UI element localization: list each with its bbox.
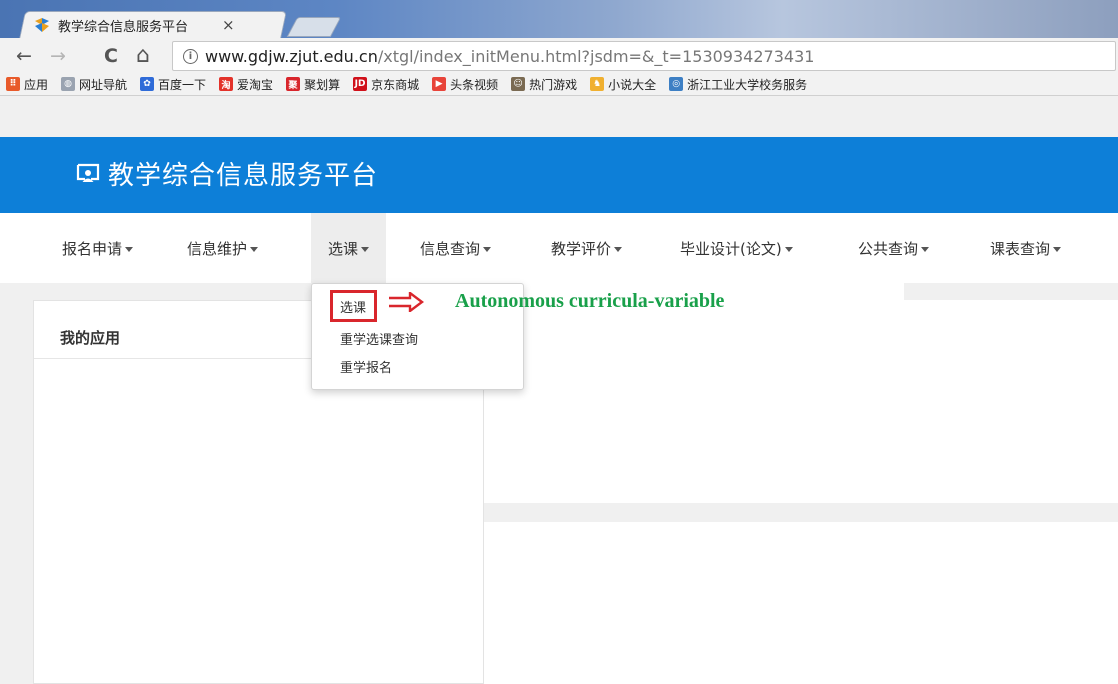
site-title: 教学综合信息服务平台 xyxy=(108,161,379,191)
address-bar[interactable]: i www.gdjw.zjut.edu.cn/xtgl/index_initMe… xyxy=(172,41,1116,71)
back-arrow-icon[interactable]: ← xyxy=(16,42,32,70)
dropdown-item-retake-registration[interactable]: 重学报名 xyxy=(340,357,392,376)
caret-down-icon xyxy=(483,247,492,252)
menu-graduation-design-label: 毕业设计(论文) xyxy=(680,240,782,258)
globe-icon: ◍ xyxy=(61,77,76,91)
bookmark-item[interactable]: ◍ 网址导航 xyxy=(61,76,127,93)
bookmark-item[interactable]: 聚聚划算 xyxy=(286,76,340,93)
platform-logo-icon xyxy=(76,163,100,182)
bookmark-label: 小说大全 xyxy=(608,77,657,92)
menu-teaching-evaluation[interactable]: 教学评价 xyxy=(551,213,623,283)
bookmark-item[interactable]: ⠿ 应用 xyxy=(6,76,48,93)
bookmark-label: 聚划算 xyxy=(304,77,341,92)
juhuasuan-icon: 聚 xyxy=(286,77,301,91)
highlight-box xyxy=(330,290,377,322)
reload-icon[interactable]: C xyxy=(104,42,118,70)
bookmark-item[interactable]: ▶ 头条视频 xyxy=(432,76,498,93)
menu-public-query[interactable]: 公共查询 xyxy=(858,213,930,283)
content-panel-bottom xyxy=(484,522,1118,684)
menu-info-maintenance-label: 信息维护 xyxy=(187,240,248,258)
bookmark-label: 网址导航 xyxy=(79,77,128,92)
menu-graduation-design[interactable]: 毕业设计(论文) xyxy=(680,213,793,283)
menu-public-query-label: 公共查询 xyxy=(858,240,919,258)
caret-down-icon xyxy=(784,247,793,252)
bookmark-item[interactable]: JD 京东商城 xyxy=(353,76,419,93)
caret-down-icon xyxy=(361,247,370,252)
bookmark-label: 爱淘宝 xyxy=(237,77,274,92)
browser-tab-strip: 教学综合信息服务平台 × xyxy=(0,0,1118,38)
menu-registration[interactable]: 报名申请 xyxy=(62,213,134,283)
tab-title: 教学综合信息服务平台 xyxy=(58,19,189,35)
bookmark-item[interactable]: 淘爱淘宝 xyxy=(219,76,273,93)
game-avatar-icon: ☺ xyxy=(511,77,526,91)
dropdown-item-retake-query[interactable]: 重学选课查询 xyxy=(340,329,418,348)
main-menu-bar: 报名申请 信息维护 选课 信息查询 教学评价 毕业设计(论文) 公共查询 课表查… xyxy=(0,213,1118,283)
content-panel-top xyxy=(484,300,1118,503)
tab-close-icon[interactable]: × xyxy=(222,16,235,34)
url-host: www.gdjw.zjut.edu.cn xyxy=(205,46,378,66)
menu-info-maintenance[interactable]: 信息维护 xyxy=(187,213,259,283)
menu-info-query[interactable]: 信息查询 xyxy=(420,213,492,283)
menu-teaching-evaluation-label: 教学评价 xyxy=(551,240,612,258)
menu-registration-label: 报名申请 xyxy=(62,240,123,258)
bookmark-label: 应用 xyxy=(24,77,49,92)
double-arrow-right-icon xyxy=(389,292,424,312)
baidu-paw-icon: ✿ xyxy=(140,77,155,91)
my-apps-title: 我的应用 xyxy=(60,329,121,347)
browser-tab-content[interactable]: 教学综合信息服务平台 × xyxy=(34,11,274,38)
caret-down-icon xyxy=(1053,247,1062,252)
apps-grid-icon: ⠿ xyxy=(6,77,20,91)
bookmark-label: 头条视频 xyxy=(450,77,499,92)
url-path: /xtgl/index_initMenu.html?jsdm=&_t=15309… xyxy=(377,46,815,66)
menu-timetable-query-label: 课表查询 xyxy=(990,240,1051,258)
home-icon[interactable]: ⌂ xyxy=(136,42,150,70)
browser-toolbar: ← → C ⌂ i www.gdjw.zjut.edu.cn/xtgl/inde… xyxy=(0,38,1118,96)
new-tab-button[interactable] xyxy=(286,17,342,37)
bookmark-item[interactable]: ◎ 浙江工业大学校务服务 xyxy=(669,76,807,93)
caret-down-icon xyxy=(250,247,259,252)
menu-info-query-label: 信息查询 xyxy=(420,240,481,258)
bookmark-item[interactable]: ✿ 百度一下 xyxy=(140,76,206,93)
caret-down-icon xyxy=(125,247,134,252)
jd-icon: JD xyxy=(353,77,368,91)
menu-timetable-query[interactable]: 课表查询 xyxy=(990,213,1062,283)
bookmark-label: 浙江工业大学校务服务 xyxy=(687,77,808,92)
menu-course-selection-label: 选课 xyxy=(328,240,359,258)
menu-course-selection[interactable]: 选课 xyxy=(311,213,387,283)
bookmarks-bar: ⠿ 应用 ◍ 网址导航 ✿ 百度一下淘爱淘宝聚聚划算 JD 京东商城 ▶ 头条视频 ☺ 热门游戏 ♞ 小说… xyxy=(0,72,1118,96)
bookmark-item[interactable]: ☺ 热门游戏 xyxy=(511,76,577,93)
bookmark-label: 百度一下 xyxy=(158,77,207,92)
zjut-seal-icon: ◎ xyxy=(669,77,684,91)
bookmark-item[interactable]: ♞ 小说大全 xyxy=(590,76,656,93)
site-info-icon[interactable]: i xyxy=(183,48,198,64)
taobao-icon: 淘 xyxy=(219,77,234,91)
play-icon: ▶ xyxy=(432,77,447,91)
forward-arrow-icon[interactable]: → xyxy=(50,42,66,70)
bookmark-label: 京东商城 xyxy=(371,77,420,92)
caret-down-icon xyxy=(614,247,623,252)
site-header: 教学综合信息服务平台 xyxy=(0,137,1118,213)
site-favicon-icon xyxy=(34,17,50,33)
annotation-text: Autonomous curricula-variable xyxy=(455,290,725,312)
bookmark-label: 热门游戏 xyxy=(529,77,578,92)
book-icon: ♞ xyxy=(590,77,605,91)
caret-down-icon xyxy=(921,247,930,252)
